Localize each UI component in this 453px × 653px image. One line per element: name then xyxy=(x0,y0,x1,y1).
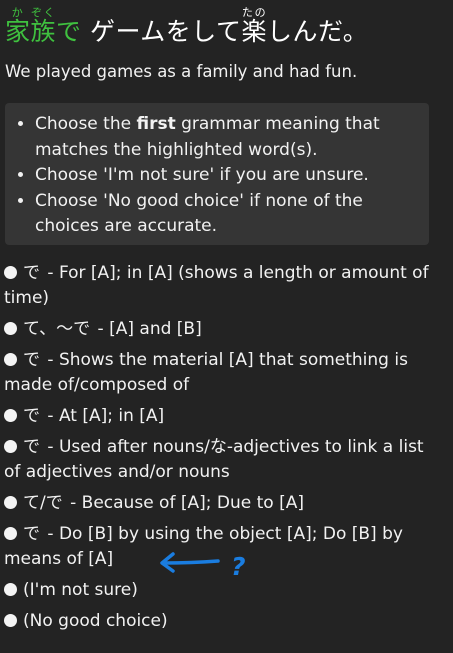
kanji-zoku: 族ぞく xyxy=(30,6,57,46)
answer-option[interactable]: て/で - Because of [A]; Due to [A] xyxy=(4,491,434,516)
arrow-left-icon xyxy=(160,552,220,573)
answer-option[interactable]: で - Used after nouns/な-adjectives to lin… xyxy=(4,435,434,485)
option-term: で xyxy=(23,263,40,283)
option-meaning: - At [A]; in [A] xyxy=(42,406,165,426)
answer-option[interactable]: て、〜で - [A] and [B] xyxy=(4,317,434,342)
option-meaning: - [A] and [B] xyxy=(92,319,202,339)
option-term: で xyxy=(23,437,40,457)
option-meaning: - For [A]; in [A] (shows a length or amo… xyxy=(4,263,429,308)
radio-button[interactable] xyxy=(4,614,17,627)
radio-button[interactable] xyxy=(4,527,17,540)
instructions-list: Choose the first grammar meaning that ma… xyxy=(17,112,419,240)
highlighted-phrase: 家か族ぞくで xyxy=(5,6,90,46)
sentence-end: しんだ。 xyxy=(267,17,369,46)
instruction-item: Choose 'No good choice' if none of the c… xyxy=(35,189,419,240)
radio-button[interactable] xyxy=(4,440,17,453)
option-meaning: - Because of [A]; Due to [A] xyxy=(64,493,304,513)
translation-text: We played games as a family and had fun. xyxy=(5,62,358,81)
kanji-ka: 家か xyxy=(5,6,31,46)
option-term: で xyxy=(23,350,40,370)
radio-button[interactable] xyxy=(4,583,17,596)
answer-option[interactable]: で - For [A]; in [A] (shows a length or a… xyxy=(4,261,434,311)
radio-button[interactable] xyxy=(4,266,17,279)
radio-button[interactable] xyxy=(4,353,17,366)
option-term: で xyxy=(23,406,40,426)
kanji-tano: 楽たの xyxy=(241,6,268,46)
answer-option[interactable]: で - Shows the material [A] that somethin… xyxy=(4,348,434,398)
radio-button[interactable] xyxy=(4,496,17,509)
hand-drawn-annotation: ? xyxy=(160,552,246,581)
option-meaning: (I'm not sure) xyxy=(23,580,138,600)
option-term: で xyxy=(23,524,40,544)
option-meaning: - Shows the material [A] that something … xyxy=(4,350,408,395)
instruction-item: Choose the first grammar meaning that ma… xyxy=(35,112,419,163)
question-mark-icon: ? xyxy=(231,552,246,581)
option-meaning: - Used after nouns/な-adjectives to link … xyxy=(4,437,424,482)
japanese-sentence: 家か族ぞくで ゲームをして楽たのしんだ。 xyxy=(5,6,368,44)
option-term: て/で xyxy=(23,493,63,513)
option-meaning: (No good choice) xyxy=(23,611,168,631)
sentence-middle: ゲームをして xyxy=(90,17,242,46)
answer-option-no-good-choice[interactable]: (No good choice) xyxy=(4,609,434,634)
instruction-item: Choose 'I'm not sure' if you are unsure. xyxy=(35,163,419,189)
answer-option[interactable]: で - At [A]; in [A] xyxy=(4,404,434,429)
radio-button[interactable] xyxy=(4,409,17,422)
radio-button[interactable] xyxy=(4,322,17,335)
instructions-panel: Choose the first grammar meaning that ma… xyxy=(5,103,429,245)
particle-de: で xyxy=(56,17,82,46)
option-term: て、〜で xyxy=(23,319,91,339)
